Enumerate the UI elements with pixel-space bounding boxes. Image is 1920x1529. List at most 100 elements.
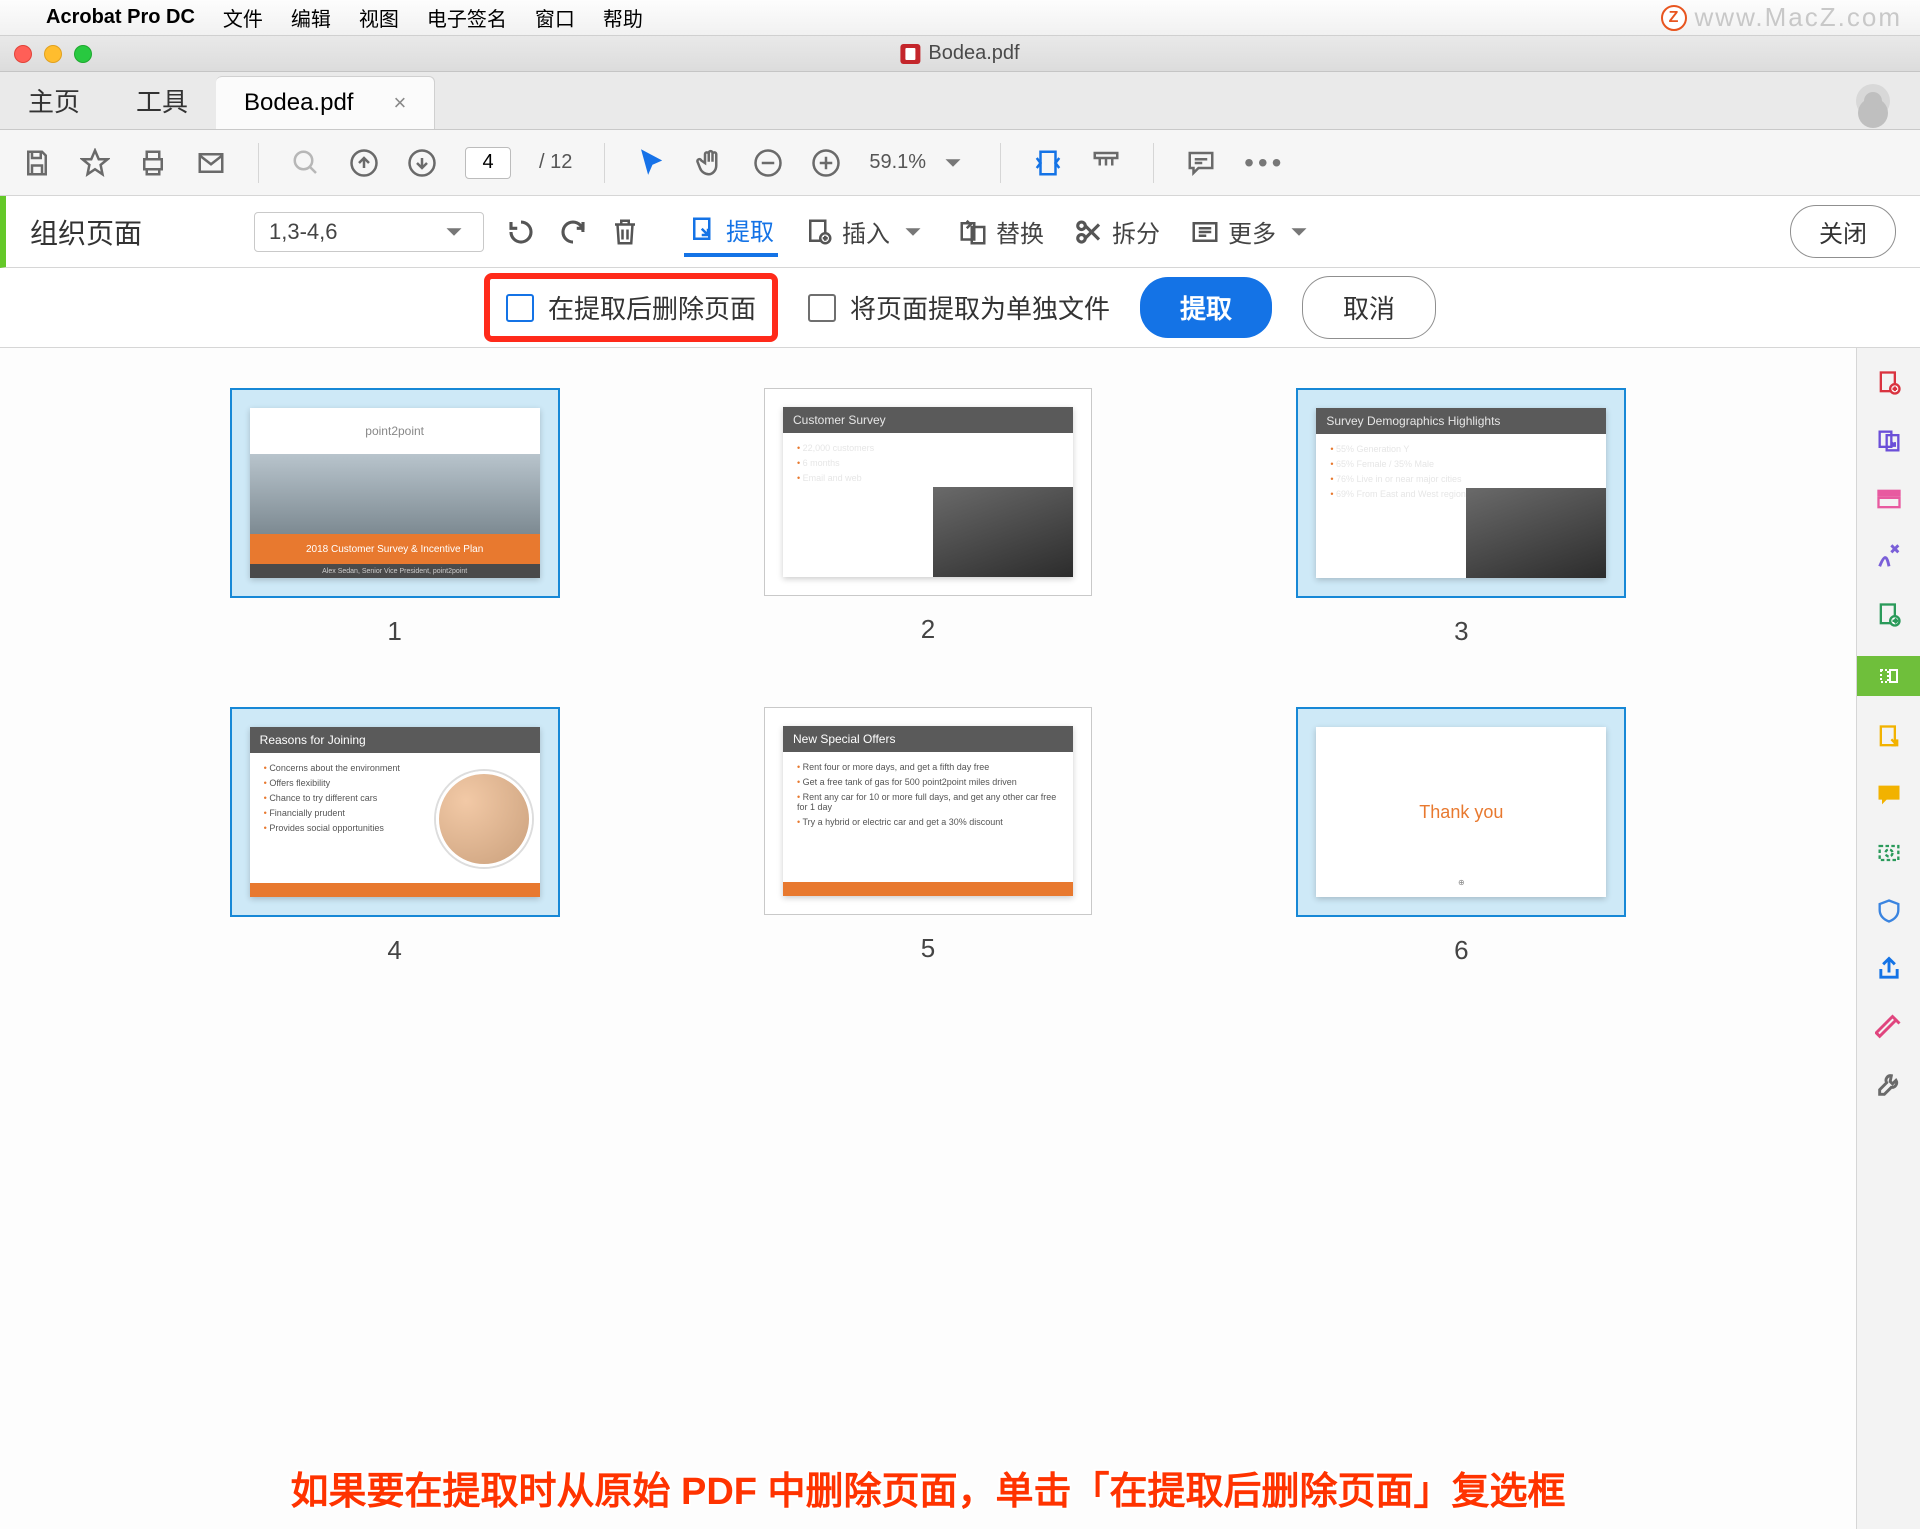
watermark-text: www.MacZ.com	[1695, 2, 1902, 33]
rotate-cw-icon[interactable]	[558, 217, 588, 247]
extract-button[interactable]: 提取	[684, 206, 778, 257]
combine-files-icon[interactable]	[1872, 424, 1906, 458]
slide-title: 2018 Customer Survey & Incentive Plan	[250, 534, 540, 564]
tab-document[interactable]: Bodea.pdf ×	[216, 76, 435, 129]
slide-title: Customer Survey	[783, 407, 1073, 433]
page-thumb-4[interactable]: Reasons for Joining Concerns about the e…	[178, 707, 611, 966]
insert-button[interactable]: 插入	[800, 208, 932, 255]
star-icon[interactable]	[80, 148, 110, 178]
right-tools-rail	[1856, 348, 1920, 1529]
menu-edit[interactable]: 编辑	[291, 3, 331, 32]
mac-menubar: Acrobat Pro DC 文件 编辑 视图 电子签名 窗口 帮助 Z www…	[0, 0, 1920, 36]
page-thumb-1[interactable]: point2point 2018 Customer Survey & Incen…	[178, 388, 611, 647]
delete-after-label: 在提取后删除页面	[548, 289, 756, 326]
slide-title: Reasons for Joining	[250, 727, 540, 753]
checkbox-icon	[506, 294, 534, 322]
print-icon[interactable]	[138, 148, 168, 178]
page-number: 5	[921, 933, 935, 964]
extract-separate-label: 将页面提取为单独文件	[850, 289, 1110, 326]
toolbar-separator	[1153, 143, 1154, 183]
main-content: point2point 2018 Customer Survey & Incen…	[0, 348, 1920, 1529]
menu-esign[interactable]: 电子签名	[427, 3, 507, 32]
cancel-button[interactable]: 取消	[1302, 276, 1436, 339]
rotate-ccw-icon[interactable]	[506, 217, 536, 247]
slide-title: Thank you	[1419, 802, 1503, 823]
app-name[interactable]: Acrobat Pro DC	[46, 6, 195, 29]
menu-window[interactable]: 窗口	[535, 3, 575, 32]
pdf-file-icon	[900, 44, 920, 64]
close-organize-button[interactable]: 关闭	[1790, 205, 1896, 258]
select-tool-icon[interactable]	[637, 148, 667, 178]
delete-after-extract-checkbox[interactable]: 在提取后删除页面	[506, 289, 756, 326]
maximize-window-button[interactable]	[74, 45, 92, 63]
prev-page-icon[interactable]	[349, 148, 379, 178]
comment-icon[interactable]	[1186, 148, 1216, 178]
comment-tool-icon[interactable]	[1872, 778, 1906, 812]
organize-title: 组织页面	[30, 212, 142, 252]
tab-close-icon[interactable]: ×	[393, 90, 406, 116]
slide-title: New Special Offers	[783, 726, 1073, 752]
zoom-out-icon[interactable]	[753, 148, 783, 178]
zoom-in-icon[interactable]	[811, 148, 841, 178]
more-tools-icon[interactable]	[1872, 1068, 1906, 1102]
fit-page-icon[interactable]	[1033, 148, 1063, 178]
page-number: 4	[387, 935, 401, 966]
mail-icon[interactable]	[196, 148, 226, 178]
tab-home[interactable]: 主页	[0, 72, 108, 129]
organize-toolbar: 组织页面 1,3-4,6 提取 插入 替换 拆分 更多 关闭	[0, 196, 1920, 268]
page-number-input[interactable]	[465, 147, 511, 179]
z-badge-icon: Z	[1661, 5, 1687, 31]
delete-icon[interactable]	[610, 217, 640, 247]
create-pdf-icon[interactable]	[1872, 366, 1906, 400]
slide-logo: point2point	[250, 408, 540, 454]
menu-help[interactable]: 帮助	[603, 3, 643, 32]
page-thumb-6[interactable]: Thank you ⊕ 6	[1245, 707, 1678, 966]
hand-tool-icon[interactable]	[695, 148, 725, 178]
more-button[interactable]: 更多	[1186, 208, 1318, 255]
page-total-label: / 12	[539, 151, 572, 174]
page-number: 6	[1454, 935, 1468, 966]
page-thumb-2[interactable]: Customer Survey 22,000 customers6 months…	[711, 388, 1144, 647]
page-thumbnails-area[interactable]: point2point 2018 Customer Survey & Incen…	[0, 348, 1856, 1529]
fill-sign-icon[interactable]	[1872, 1010, 1906, 1044]
export-pdf-icon[interactable]	[1872, 598, 1906, 632]
window-titlebar: Bodea.pdf	[0, 36, 1920, 72]
page-thumb-5[interactable]: New Special Offers Rent four or more day…	[711, 707, 1144, 966]
replace-button[interactable]: 替换	[954, 208, 1048, 255]
protect-icon[interactable]	[1872, 894, 1906, 928]
tab-document-label: Bodea.pdf	[244, 89, 353, 117]
traffic-lights	[14, 45, 92, 63]
search-icon[interactable]	[291, 148, 321, 178]
sign-icon[interactable]	[1872, 540, 1906, 574]
page-range-select[interactable]: 1,3-4,6	[254, 212, 484, 252]
share-icon[interactable]	[1872, 952, 1906, 986]
extract-options-bar: 在提取后删除页面 将页面提取为单独文件 提取 取消	[0, 268, 1920, 348]
main-toolbar: / 12 59.1% •••	[0, 130, 1920, 196]
scan-ocr-icon[interactable]	[1872, 836, 1906, 870]
highlight-box: 在提取后删除页面	[484, 273, 778, 342]
page-number: 3	[1454, 616, 1468, 647]
extract-separate-checkbox[interactable]: 将页面提取为单独文件	[808, 289, 1110, 326]
save-icon[interactable]	[22, 148, 52, 178]
page-thumb-3[interactable]: Survey Demographics Highlights 55% Gener…	[1245, 388, 1678, 647]
menu-file[interactable]: 文件	[223, 3, 263, 32]
zoom-select[interactable]: 59.1%	[869, 148, 968, 178]
read-mode-icon[interactable]	[1091, 148, 1121, 178]
slide-title: Survey Demographics Highlights	[1316, 408, 1606, 434]
toolbar-separator	[258, 143, 259, 183]
toolbar-separator	[1000, 143, 1001, 183]
menu-view[interactable]: 视图	[359, 3, 399, 32]
more-tools-icon[interactable]: •••	[1244, 147, 1285, 179]
organize-pages-icon[interactable]	[1857, 656, 1920, 696]
send-comments-icon[interactable]	[1872, 720, 1906, 754]
tab-tools[interactable]: 工具	[108, 72, 216, 129]
account-avatar-icon[interactable]	[1856, 84, 1890, 118]
minimize-window-button[interactable]	[44, 45, 62, 63]
checkbox-icon	[808, 294, 836, 322]
page-number: 1	[387, 616, 401, 647]
next-page-icon[interactable]	[407, 148, 437, 178]
split-button[interactable]: 拆分	[1070, 208, 1164, 255]
edit-pdf-icon[interactable]	[1872, 482, 1906, 516]
close-window-button[interactable]	[14, 45, 32, 63]
extract-confirm-button[interactable]: 提取	[1140, 277, 1272, 338]
